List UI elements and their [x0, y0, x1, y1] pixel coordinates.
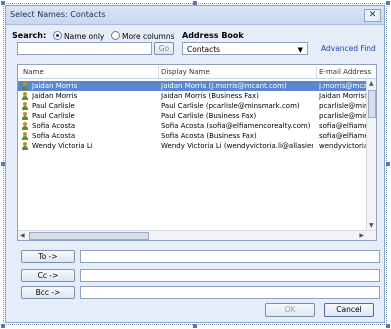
contact-name: Jaidan Morris	[32, 82, 78, 90]
column-divider[interactable]	[316, 66, 317, 78]
window-title: Select Names: Contacts	[10, 10, 106, 19]
vertical-scroll-thumb[interactable]	[368, 90, 376, 118]
contact-display-name: Paul Carlisle (Business Fax)	[161, 112, 257, 120]
select-names-dialog: Select Names: Contacts ✕ Search: Name on…	[5, 5, 385, 323]
contact-display-name: Wendy Victoria Li (wendyvictoria.li@alla…	[161, 142, 313, 150]
contact-display-name: Sofia Acosta (Business Fax)	[161, 132, 257, 140]
address-book-selected: Contacts	[187, 45, 221, 54]
table-row[interactable]: Jaidan Morris Jaidan Morris (j.morris@mca…	[18, 81, 367, 91]
cc-button[interactable]: Cc ->	[21, 269, 75, 282]
resize-handle-bottom-right[interactable]	[386, 324, 390, 328]
cancel-button[interactable]: Cancel	[324, 303, 374, 317]
table-row[interactable]: Sofia Acosta Sofia Acosta (sofia@elfiamen…	[18, 121, 367, 131]
table-row[interactable]: Wendy Victoria Li Wendy Victoria Li (wend…	[18, 141, 367, 151]
person-icon	[21, 132, 29, 140]
more-columns-radio[interactable]	[111, 31, 120, 40]
chevron-down-icon: ▼	[297, 46, 303, 54]
scroll-up-icon[interactable]: ▲	[369, 80, 374, 87]
contact-display-name: Jaidan Morris (Business Fax)	[161, 92, 259, 100]
contact-email: Jaidan Morris@...	[319, 92, 367, 100]
bcc-field[interactable]	[80, 286, 380, 299]
column-header-name[interactable]: Name	[23, 68, 44, 76]
contact-name: Jaidan Morris	[32, 92, 78, 100]
scroll-right-icon[interactable]: ▶	[359, 232, 364, 239]
contact-email: wendyvictoria...	[319, 142, 367, 150]
contact-display-name: Paul Carlisle (pcarlisle@minsmark.com)	[161, 102, 300, 110]
advanced-find-link[interactable]: Advanced Find	[321, 44, 376, 53]
table-row[interactable]: Paul Carlisle Paul Carlisle (pcarlisle@mi…	[18, 101, 367, 111]
contact-email: sofia@elfiame...	[319, 132, 367, 140]
vertical-scrollbar[interactable]: ▲ ▼	[366, 79, 376, 230]
more-columns-label[interactable]: More columns	[122, 32, 175, 41]
contacts-list[interactable]: Name Display Name E-mail Address Jaidan …	[17, 64, 377, 241]
contact-display-name: Jaidan Morris (j.morris@mcant.com)	[161, 82, 287, 90]
contact-name: Sofia Acosta	[32, 122, 76, 130]
scroll-down-icon[interactable]: ▼	[369, 222, 374, 229]
horizontal-scrollbar[interactable]: ◀ ▶	[18, 230, 376, 240]
name-only-radio[interactable]	[53, 31, 62, 40]
resize-handle-bottom-left[interactable]	[1, 324, 5, 328]
close-icon: ✕	[368, 10, 377, 20]
contact-email: pcarlisle@mins...	[319, 112, 367, 120]
to-field[interactable]	[80, 250, 380, 263]
resize-handle-right[interactable]	[386, 162, 390, 166]
contact-display-name: Sofia Acosta (sofia@elfiamencorealty.com…	[161, 122, 311, 130]
name-only-label[interactable]: Name only	[64, 32, 104, 41]
search-label: Search:	[12, 31, 47, 40]
person-icon	[21, 122, 29, 130]
table-row[interactable]: Sofia Acosta Sofia Acosta (Business Fax) s…	[18, 131, 367, 141]
ok-button[interactable]: OK	[265, 303, 315, 317]
horizontal-scroll-thumb[interactable]	[29, 232, 149, 240]
to-button[interactable]: To ->	[21, 250, 75, 263]
address-book-dropdown[interactable]: Contacts ▼	[182, 42, 308, 55]
person-icon	[21, 92, 29, 100]
cc-field[interactable]	[80, 269, 380, 282]
person-icon	[21, 102, 29, 110]
person-icon	[21, 142, 29, 150]
table-row[interactable]: Jaidan Morris Jaidan Morris (Business Fax…	[18, 91, 367, 101]
resize-handle-bottom[interactable]	[193, 324, 197, 328]
scroll-left-icon[interactable]: ◀	[20, 232, 25, 239]
person-icon	[21, 82, 29, 90]
contact-name: Wendy Victoria Li	[32, 142, 93, 150]
go-button[interactable]: Go	[154, 42, 174, 55]
contact-name: Sofia Acosta	[32, 132, 76, 140]
title-bar: Select Names: Contacts ✕	[6, 6, 384, 25]
contact-email: pcarlisle@min...	[319, 102, 367, 110]
contact-name: Paul Carlisle	[32, 102, 75, 110]
contact-name: Paul Carlisle	[32, 112, 75, 120]
resize-handle-top-right[interactable]	[386, 1, 390, 5]
column-header-email[interactable]: E-mail Address	[319, 68, 371, 76]
column-header-display-name[interactable]: Display Name	[161, 68, 210, 76]
column-divider[interactable]	[158, 66, 159, 78]
address-book-label: Address Book	[182, 31, 244, 40]
contact-email: j.morris@mcant...	[319, 82, 367, 90]
table-row[interactable]: Paul Carlisle Paul Carlisle (Business Fax…	[18, 111, 367, 121]
bcc-button[interactable]: Bcc ->	[21, 286, 75, 299]
person-icon	[21, 112, 29, 120]
close-button[interactable]: ✕	[364, 9, 381, 22]
list-header: Name Display Name E-mail Address	[18, 65, 376, 79]
contact-email: sofia@elfiame...	[319, 122, 367, 130]
search-input[interactable]	[17, 42, 152, 55]
